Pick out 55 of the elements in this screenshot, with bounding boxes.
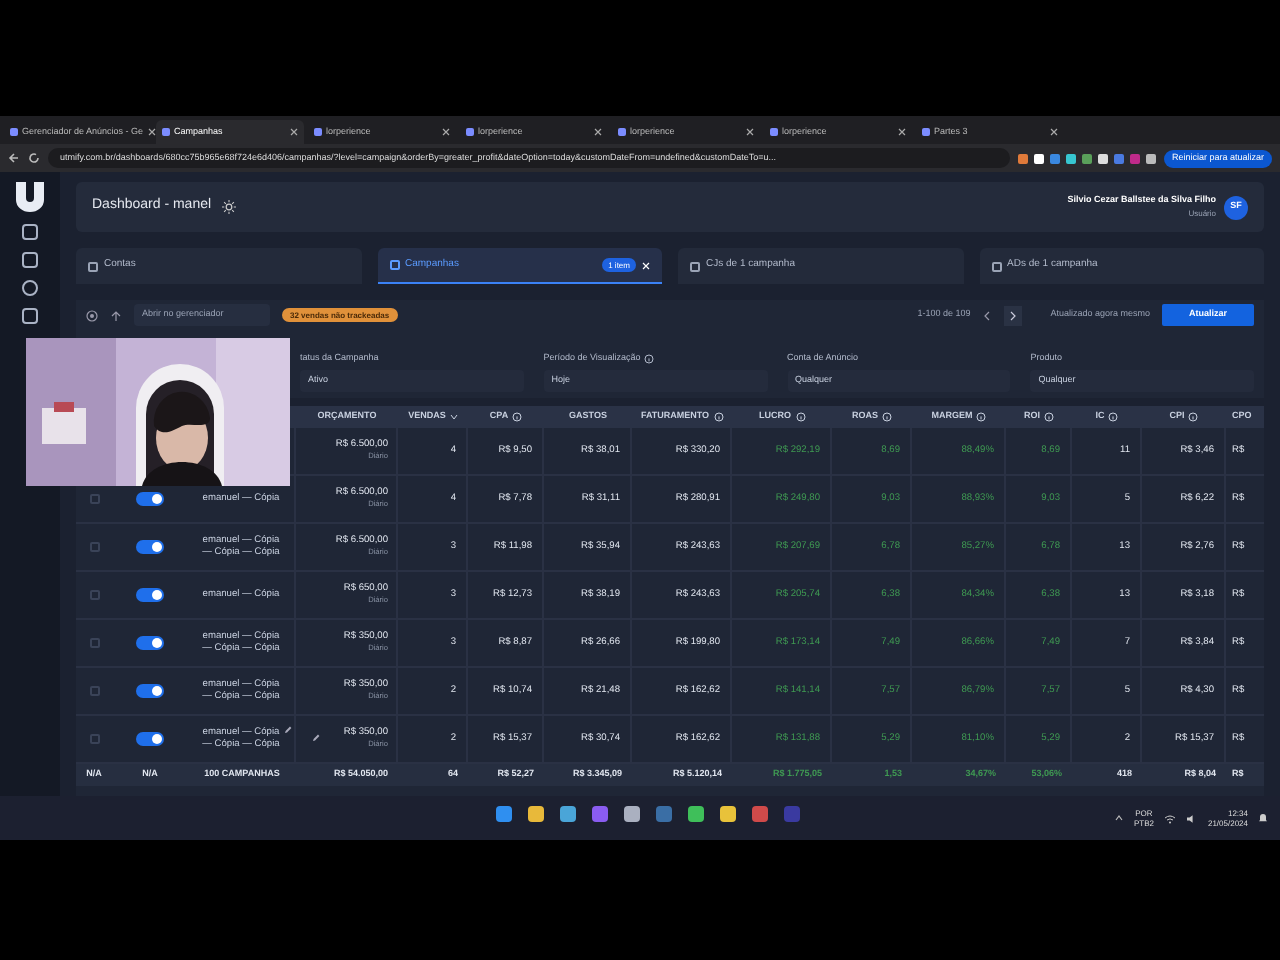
info-icon[interactable]	[512, 412, 523, 422]
tab-favicon	[770, 128, 778, 136]
tab-favicon	[162, 128, 170, 136]
info-icon[interactable]	[795, 412, 805, 422]
toggle-switch[interactable]	[136, 492, 164, 506]
close-icon[interactable]	[1050, 128, 1058, 136]
row-checkbox[interactable]	[89, 734, 99, 744]
tab-icon	[690, 261, 700, 271]
close-icon[interactable]	[746, 128, 754, 136]
info-icon[interactable]	[644, 354, 655, 364]
row-checkbox[interactable]	[89, 686, 99, 696]
toggle-switch[interactable]	[136, 540, 164, 554]
tab-favicon	[466, 128, 474, 136]
start-icon[interactable]	[496, 806, 512, 822]
tab-favicon	[618, 128, 626, 136]
pencil-icon[interactable]	[312, 734, 320, 742]
tab-favicon	[10, 128, 18, 136]
tab-favicon	[314, 128, 322, 136]
close-icon[interactable]	[898, 128, 906, 136]
info-icon[interactable]	[1188, 412, 1199, 422]
speaker-icon[interactable]	[1185, 813, 1198, 823]
row-checkbox[interactable]	[89, 542, 99, 552]
tab-icon	[88, 261, 98, 271]
logo-icon[interactable]	[14, 180, 46, 212]
reload-icon[interactable]	[28, 152, 40, 164]
wifi-icon[interactable]	[1163, 813, 1176, 823]
close-icon[interactable]	[147, 128, 156, 136]
tab-favicon	[922, 128, 930, 136]
arrow-up-icon[interactable]	[110, 309, 122, 321]
tab-icon	[389, 260, 399, 270]
back-icon[interactable]	[8, 152, 20, 164]
info-icon[interactable]	[713, 412, 724, 422]
close-icon[interactable]	[290, 128, 298, 136]
toggle-switch[interactable]	[136, 636, 164, 650]
info-icon[interactable]	[1044, 412, 1054, 422]
sun-icon[interactable]	[221, 200, 236, 214]
info-icon[interactable]	[882, 412, 892, 422]
sort-icon[interactable]	[449, 414, 458, 420]
toggle-switch[interactable]	[136, 588, 164, 602]
target-icon[interactable]	[86, 309, 98, 321]
row-checkbox[interactable]	[89, 494, 99, 504]
info-icon[interactable]	[1108, 412, 1119, 422]
toggle-switch[interactable]	[136, 732, 164, 746]
row-checkbox[interactable]	[89, 590, 99, 600]
pencil-icon[interactable]	[284, 726, 292, 734]
close-icon[interactable]	[442, 128, 450, 136]
info-icon[interactable]	[976, 412, 987, 422]
chevron-left-icon[interactable]	[982, 309, 993, 321]
tab-icon	[991, 261, 1001, 271]
toggle-switch[interactable]	[136, 684, 164, 698]
chevron-right-icon[interactable]	[1004, 305, 1023, 325]
close-icon[interactable]	[594, 128, 602, 136]
chevron-up-icon[interactable]	[1113, 814, 1124, 822]
row-checkbox[interactable]	[89, 638, 99, 648]
bell-icon[interactable]	[1258, 812, 1268, 824]
